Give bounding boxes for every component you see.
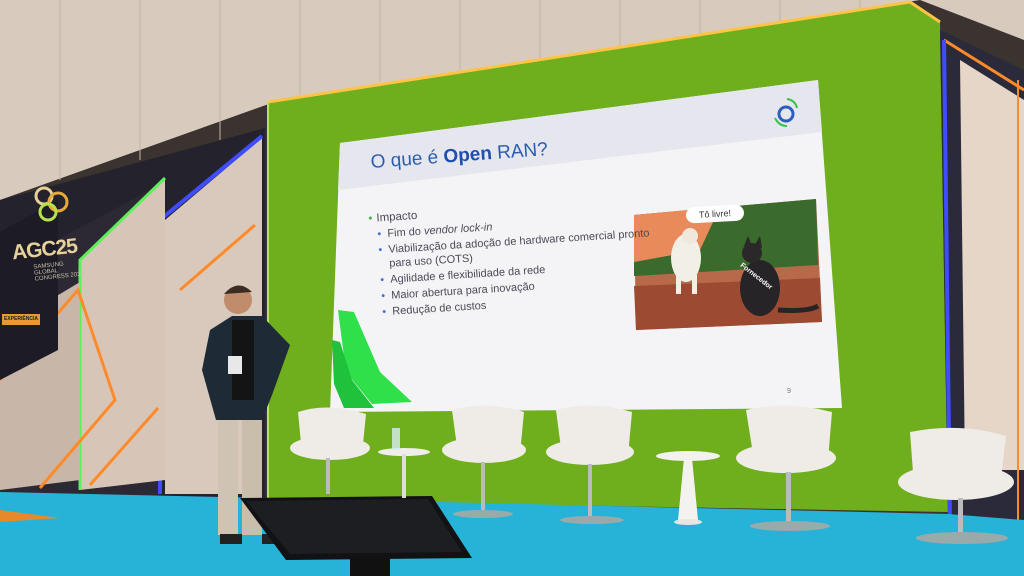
event-stage-scene (0, 0, 1024, 576)
experience-badge: EXPERIÊNCIA (2, 314, 40, 325)
slide-photo-cat-dog (634, 199, 822, 330)
